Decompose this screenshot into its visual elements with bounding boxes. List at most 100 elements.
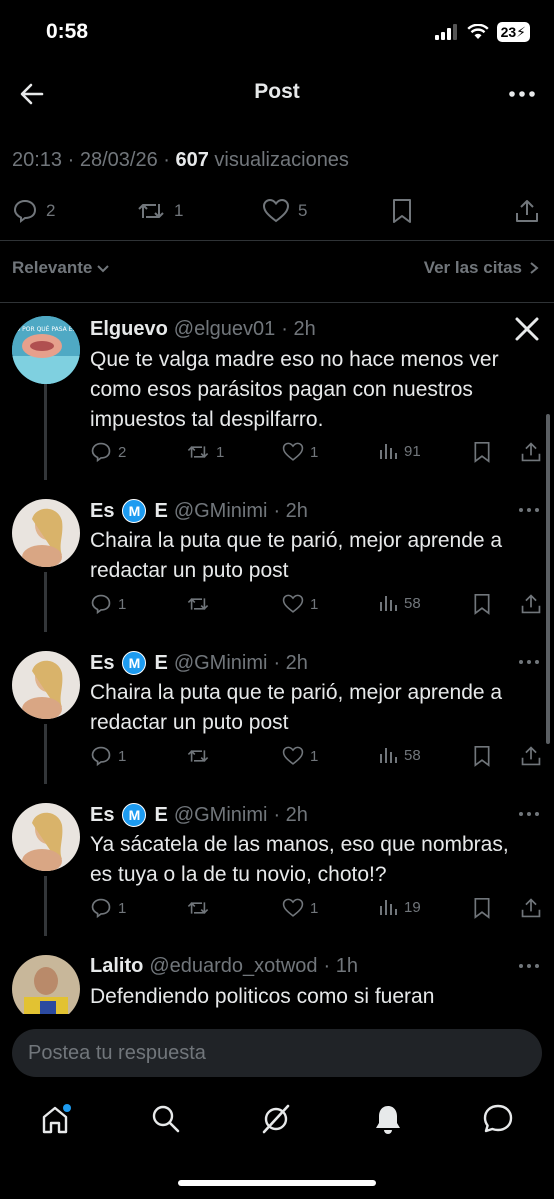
repost-button[interactable]	[186, 897, 216, 919]
reply-button[interactable]: 2	[90, 441, 126, 463]
reply-author[interactable]: Es M E @GMinimi · 2h	[90, 499, 308, 523]
reply-action-bar: 1 1 19	[90, 897, 542, 925]
tab-bar	[0, 1095, 554, 1155]
like-button[interactable]: 1	[282, 593, 318, 615]
sort-dropdown[interactable]: Relevante	[12, 258, 110, 278]
view-quotes-link[interactable]: Ver las citas	[424, 258, 540, 278]
share-icon	[521, 442, 541, 462]
repost-button[interactable]	[186, 745, 216, 767]
sort-label: Relevante	[12, 258, 93, 277]
views-count: 58	[404, 746, 421, 764]
share-button[interactable]	[520, 897, 542, 919]
heart-icon	[282, 594, 304, 613]
avatar[interactable]	[12, 651, 80, 719]
thread-line	[44, 724, 47, 784]
analytics-icon	[380, 444, 397, 459]
reply-text: Chaira la puta que te parió, mejor apren…	[90, 681, 503, 734]
reply-count: 2	[46, 201, 56, 220]
status-icons: 23⚡	[434, 22, 530, 42]
share-button[interactable]	[514, 198, 540, 224]
author-name-part: E	[154, 651, 168, 674]
like-button[interactable]: 1	[282, 897, 318, 919]
user-photo-avatar	[12, 499, 80, 567]
scrollbar[interactable]	[546, 414, 550, 744]
more-options-button[interactable]	[508, 84, 536, 104]
reply-icon	[91, 594, 111, 615]
author-handle: @GMinimi	[173, 651, 268, 674]
like-count: 1	[310, 747, 319, 765]
home-indicator	[178, 1180, 376, 1186]
post-meta: 20:13 · 28/03/26 · 607 visualizaciones	[12, 149, 349, 171]
share-button[interactable]	[520, 441, 542, 463]
views-count: 19	[404, 898, 421, 916]
tab-notifications[interactable]	[372, 1103, 404, 1135]
tab-grok[interactable]	[260, 1103, 292, 1135]
reply-action-bar: 1 1 58	[90, 593, 542, 621]
post-action-bar: 2 1 5	[0, 192, 554, 232]
bookmark-button[interactable]	[472, 745, 492, 767]
author-handle: @GMinimi	[173, 803, 268, 826]
reply-author[interactable]: Elguevo @elguev01 · 2h	[90, 318, 316, 341]
reply-author[interactable]: Es M E @GMinimi · 2h	[90, 803, 308, 827]
quotes-label: Ver las citas	[423, 258, 522, 277]
tab-search[interactable]	[150, 1103, 182, 1135]
avatar[interactable]	[12, 803, 80, 871]
views-button[interactable]: 58	[378, 745, 421, 765]
bookmark-button[interactable]	[472, 441, 492, 463]
grok-icon	[262, 1104, 290, 1134]
author-name-part: Es	[90, 803, 115, 826]
reply-time: · 2h	[273, 651, 308, 674]
reply-more-button[interactable]	[518, 806, 540, 822]
reply-button[interactable]: 1	[90, 745, 126, 767]
views-count: 58	[404, 594, 421, 612]
reply-more-button[interactable]	[518, 502, 540, 518]
like-count: 5	[298, 201, 308, 220]
like-button[interactable]: 1	[282, 441, 318, 463]
repost-icon	[187, 750, 209, 762]
like-count: 1	[310, 595, 319, 613]
repost-icon	[187, 446, 209, 458]
arrow-left-icon	[20, 83, 44, 105]
share-button[interactable]	[520, 745, 542, 767]
author-name-badge: M	[122, 803, 147, 827]
bookmark-button[interactable]	[472, 593, 492, 615]
avatar[interactable]: OYE PERO POR QUÉ PASA ESO A QUE	[12, 316, 80, 384]
share-icon	[521, 898, 541, 918]
analytics-icon	[380, 748, 397, 763]
bookmark-icon	[474, 594, 490, 615]
tab-messages[interactable]	[482, 1103, 514, 1135]
avatar[interactable]	[12, 499, 80, 567]
reply-button[interactable]: 1	[90, 897, 126, 919]
reply-button[interactable]: 1	[90, 593, 126, 615]
author-name-badge: M	[122, 499, 147, 523]
repost-button[interactable]: 1	[136, 198, 183, 224]
tab-home[interactable]	[40, 1103, 74, 1137]
repost-button[interactable]	[186, 593, 216, 615]
reply-more-button[interactable]	[518, 654, 540, 670]
reply-author[interactable]: Es M E @GMinimi · 2h	[90, 651, 308, 675]
more-horizontal-icon	[519, 508, 539, 512]
page-title: Post	[254, 80, 300, 103]
avatar[interactable]	[12, 955, 80, 1023]
heart-icon	[282, 442, 304, 461]
more-horizontal-icon	[509, 91, 535, 97]
bookmark-button[interactable]	[390, 198, 414, 224]
repost-button[interactable]: 1	[186, 441, 224, 463]
chevron-down-icon	[97, 265, 110, 273]
reply-button[interactable]: 2	[12, 198, 55, 224]
reply-count: 1	[118, 899, 127, 917]
views-button[interactable]: 19	[378, 897, 421, 917]
x-logo-button[interactable]	[514, 316, 540, 342]
back-button[interactable]	[18, 80, 46, 108]
views-button[interactable]: 58	[378, 593, 421, 613]
author-name-part: E	[154, 499, 168, 522]
author-name-part: E	[154, 803, 168, 826]
like-button[interactable]: 5	[262, 198, 307, 224]
views-button[interactable]: 91	[378, 441, 421, 461]
bookmark-button[interactable]	[472, 897, 492, 919]
reply-input-placeholder: Postea tu respuesta	[28, 1042, 206, 1064]
like-button[interactable]: 1	[282, 745, 318, 767]
share-button[interactable]	[520, 593, 542, 615]
reply-more-button[interactable]	[518, 958, 540, 974]
reply-author[interactable]: Lalito @eduardo_xotwod · 1h	[90, 955, 358, 978]
